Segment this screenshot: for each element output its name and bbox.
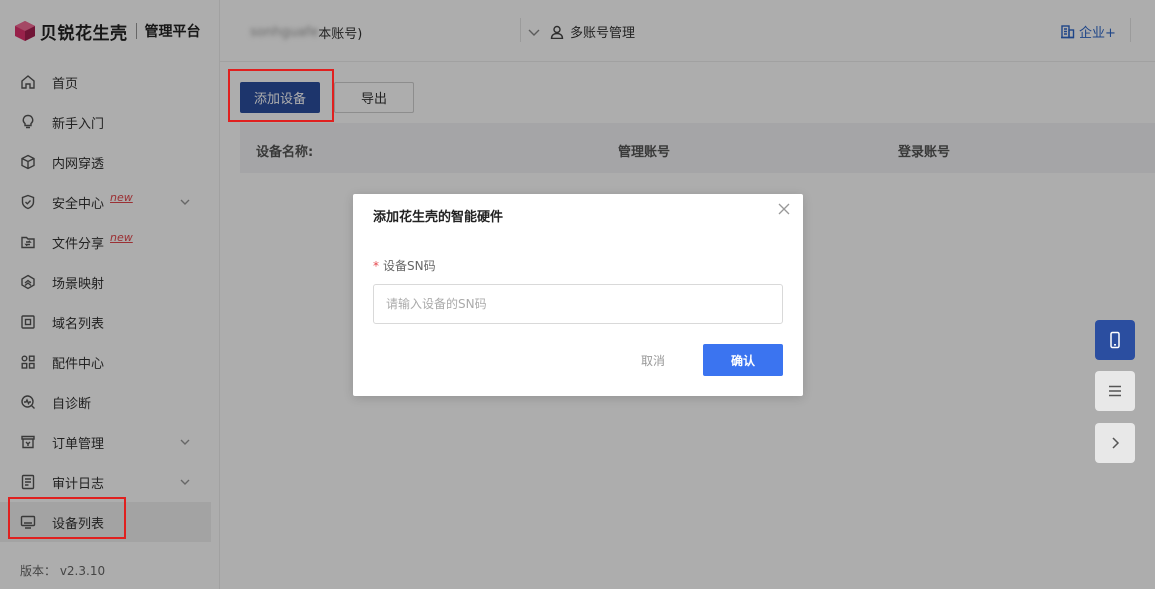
modal-title: 添加花生壳的智能硬件	[373, 210, 504, 225]
phone-icon	[1110, 331, 1120, 349]
highlight-add-device	[228, 69, 334, 122]
sn-field-label: * 设备SN码	[373, 257, 436, 274]
collapse-button[interactable]	[1095, 423, 1135, 463]
add-device-modal: 添加花生壳的智能硬件 * 设备SN码 取消 确认	[353, 194, 803, 396]
chevron-right-icon	[1112, 437, 1120, 449]
close-icon[interactable]	[777, 202, 791, 216]
required-mark: *	[373, 259, 379, 273]
sn-label-text: 设备SN码	[383, 259, 436, 273]
cancel-button[interactable]: 取消	[623, 344, 683, 376]
mobile-app-button[interactable]	[1095, 320, 1135, 360]
confirm-button[interactable]: 确认	[703, 344, 783, 376]
sn-input[interactable]	[373, 284, 783, 324]
menu-list-button[interactable]	[1095, 371, 1135, 411]
list-icon	[1109, 385, 1121, 397]
highlight-device-list	[8, 497, 126, 539]
